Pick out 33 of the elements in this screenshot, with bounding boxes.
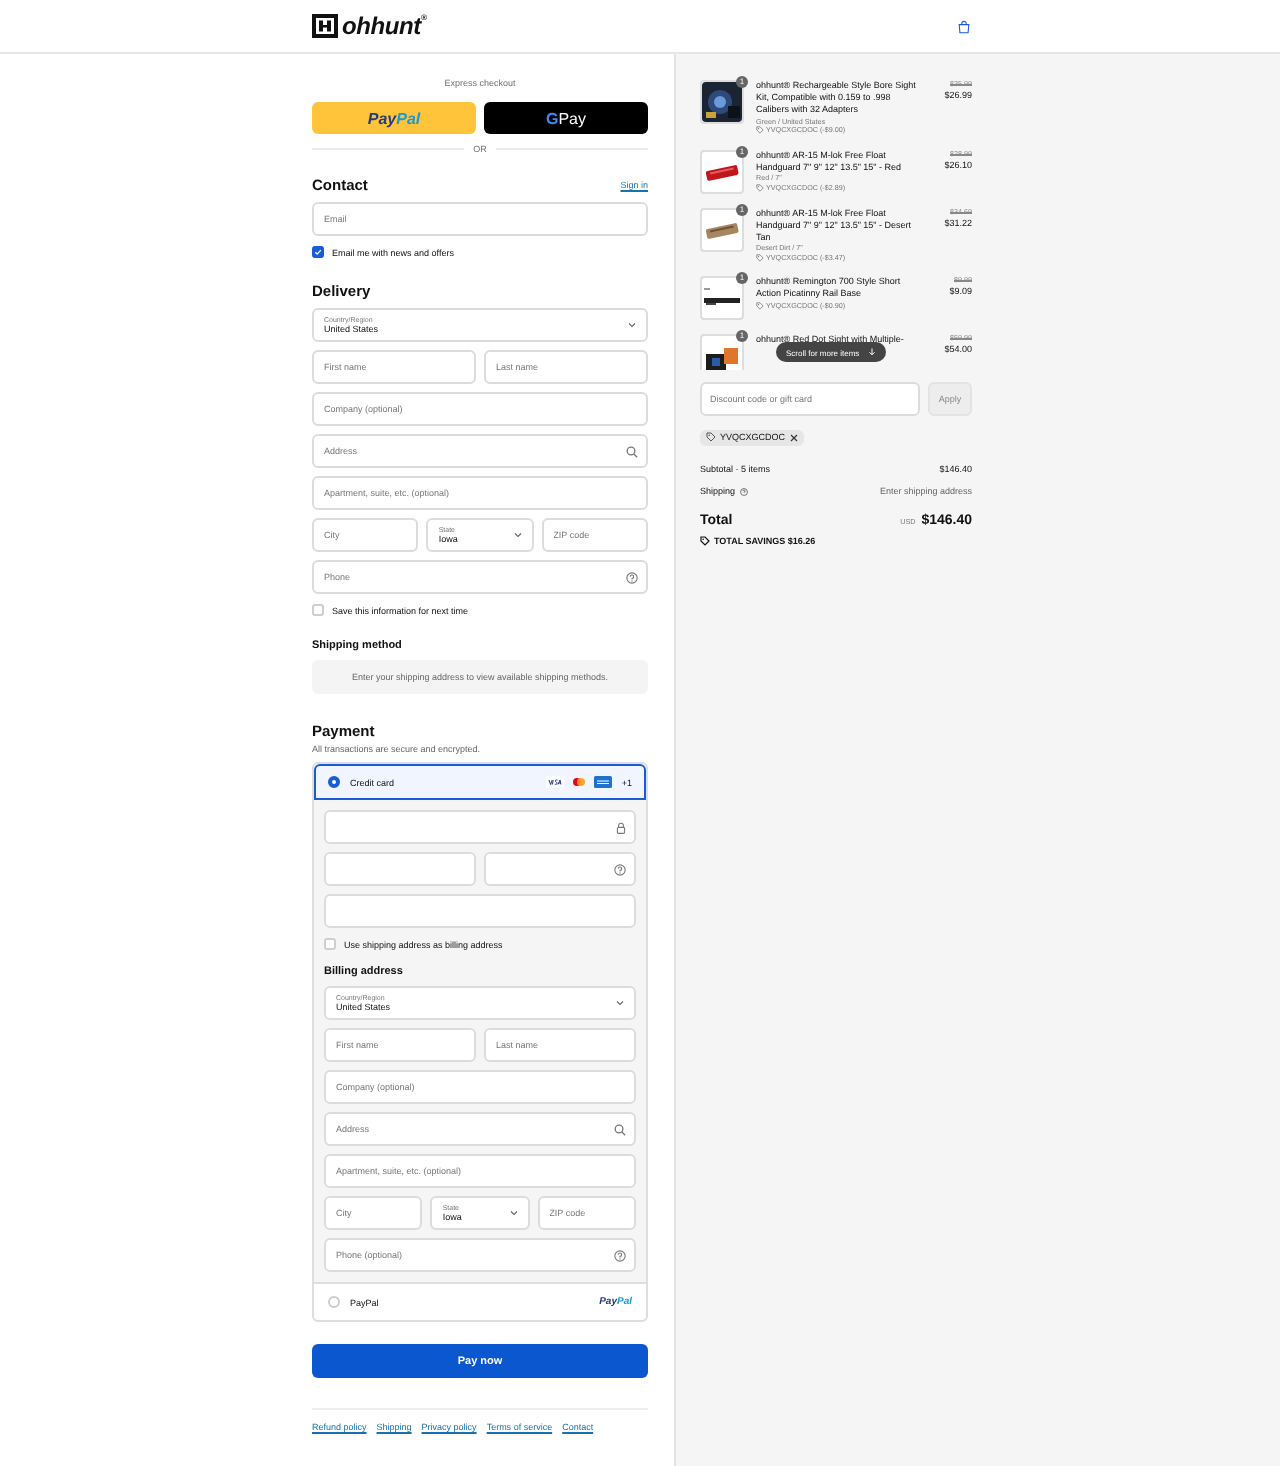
chevron-down-icon	[509, 1210, 518, 1216]
amex-card-icon	[593, 776, 612, 788]
search-icon	[626, 445, 638, 457]
help-icon	[739, 487, 748, 495]
tag-icon	[756, 301, 764, 310]
tag-icon	[756, 126, 764, 135]
logo-icon	[312, 14, 338, 38]
arrow-down-icon	[867, 348, 876, 356]
tag-icon	[756, 183, 764, 192]
chevron-down-icon	[616, 1000, 624, 1006]
radio-button[interactable]	[328, 776, 340, 788]
input-field[interactable]	[484, 852, 636, 886]
tag-icon	[756, 253, 764, 262]
mastercard-icon	[569, 776, 588, 788]
input-field[interactable]	[324, 810, 636, 844]
input-field[interactable]	[324, 894, 636, 928]
help-icon	[614, 863, 626, 875]
google-pay-button[interactable]: GPay	[484, 102, 648, 134]
tag-icon	[706, 432, 716, 442]
help-icon	[626, 571, 638, 583]
search-icon	[614, 1123, 626, 1135]
shopping-bag-icon[interactable]	[958, 19, 970, 33]
lock-icon	[616, 821, 626, 833]
checkbox[interactable]	[312, 246, 324, 258]
help-icon	[614, 1249, 626, 1261]
chevron-down-icon	[628, 322, 636, 328]
remove-icon[interactable]	[789, 433, 798, 441]
chevron-down-icon	[513, 532, 522, 538]
checkmark-icon	[314, 248, 322, 256]
tag-icon	[700, 536, 710, 546]
input-field[interactable]	[324, 852, 476, 886]
visa-card-icon	[545, 776, 564, 788]
paypal-button[interactable]: PayPal	[312, 102, 476, 134]
